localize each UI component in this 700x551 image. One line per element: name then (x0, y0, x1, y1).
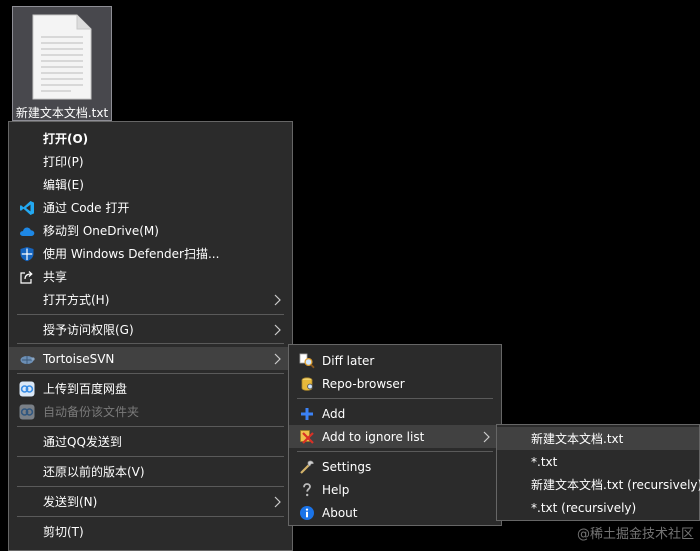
menu-item-open-with[interactable]: 打开方式(H) (9, 288, 292, 311)
desktop-file-icon-selected[interactable]: 新建文本文档.txt (12, 6, 112, 121)
menu-item-grant-access-label: 授予访问权限(G) (43, 323, 134, 337)
menu-item-tortoisesvn[interactable]: TortoiseSVN (9, 347, 292, 370)
chevron-right-icon (272, 496, 282, 508)
menu-item-send-to[interactable]: 发送到(N) (9, 490, 292, 513)
menu-item-upload-baidu-label: 上传到百度网盘 (43, 382, 128, 396)
svn-item-help[interactable]: Help (289, 478, 501, 501)
svn-item-settings[interactable]: Settings (289, 455, 501, 478)
svn-item-diff-later[interactable]: Diff later (289, 349, 501, 372)
menu-item-edit-label: 编辑(E) (43, 178, 84, 192)
ignore-item-file[interactable]: 新建文本文档.txt (497, 427, 699, 450)
chevron-right-icon (272, 353, 282, 365)
menu-item-open-with-code-label: 通过 Code 打开 (43, 201, 130, 215)
menu-item-open-with-code[interactable]: 通过 Code 打开 (9, 196, 292, 219)
menu-item-move-to-onedrive-label: 移动到 OneDrive(M) (43, 224, 159, 238)
menu-item-auto-backup-label: 自动备份该文件夹 (43, 405, 140, 419)
menu-item-open[interactable]: 打开(O) (9, 127, 292, 150)
menu-separator (17, 373, 284, 374)
ignore-item-file-recursive[interactable]: 新建文本文档.txt (recursively) (497, 473, 700, 496)
menu-item-print[interactable]: 打印(P) (9, 150, 292, 173)
menu-item-open-with-label: 打开方式(H) (43, 293, 110, 307)
menu-item-send-to-label: 发送到(N) (43, 495, 98, 509)
svn-item-about[interactable]: About (289, 501, 501, 524)
menu-item-tortoisesvn-label: TortoiseSVN (43, 351, 115, 366)
menu-separator (17, 343, 284, 344)
menu-separator (17, 516, 284, 517)
svn-item-add-to-ignore[interactable]: Add to ignore list (289, 425, 501, 448)
ignore-item-label: *.txt (recursively) (531, 500, 637, 515)
menu-separator (17, 456, 284, 457)
ignore-item-ext[interactable]: *.txt (497, 450, 699, 473)
menu-item-open-label: 打开(O) (43, 132, 89, 146)
svn-item-settings-label: Settings (322, 459, 372, 474)
ignore-item-label: 新建文本文档.txt (531, 432, 624, 446)
chevron-right-icon (272, 324, 282, 336)
menu-item-share[interactable]: 共享 (9, 265, 292, 288)
menu-item-cut[interactable]: 剪切(T) (9, 520, 292, 543)
menu-item-edit[interactable]: 编辑(E) (9, 173, 292, 196)
menu-item-share-label: 共享 (43, 270, 68, 284)
ignore-list-submenu: 新建文本文档.txt *.txt 新建文本文档.txt (recursively… (496, 424, 700, 521)
menu-item-send-qq-label: 通过QQ发送到 (43, 435, 122, 449)
svn-item-repo-browser[interactable]: Repo-browser (289, 372, 501, 395)
chevron-right-icon (481, 431, 491, 443)
svn-item-about-label: About (322, 505, 358, 520)
menu-item-print-label: 打印(P) (43, 155, 84, 169)
svn-item-repo-browser-label: Repo-browser (322, 376, 405, 391)
file-name-label: 新建文本文档.txt (15, 106, 109, 120)
info-icon (299, 505, 315, 521)
menu-separator (17, 314, 284, 315)
vscode-icon (19, 200, 35, 216)
menu-item-upload-baidu[interactable]: 上传到百度网盘 (9, 377, 292, 400)
menu-item-restore-previous-label: 还原以前的版本(V) (43, 465, 145, 479)
svn-item-add-to-ignore-label: Add to ignore list (322, 429, 425, 444)
baidu-netdisk-icon (19, 381, 35, 397)
chevron-right-icon (272, 294, 282, 306)
help-question-icon (299, 482, 315, 498)
share-icon (19, 269, 35, 285)
menu-item-cut-label: 剪切(T) (43, 525, 84, 539)
svn-item-add[interactable]: Add (289, 402, 501, 425)
repo-browser-icon (299, 376, 315, 392)
diff-magnifier-icon (299, 353, 315, 369)
menu-item-scan-defender-label: 使用 Windows Defender扫描... (43, 247, 220, 261)
context-menu: 打开(O) 打印(P) 编辑(E) 通过 Code 打开 移动到 OneDriv… (8, 121, 293, 551)
ignore-item-label: 新建文本文档.txt (recursively) (531, 478, 700, 492)
windows-defender-shield-icon (19, 246, 35, 262)
ignore-item-label: *.txt (531, 454, 558, 469)
svn-item-add-label: Add (322, 406, 346, 421)
ignore-icon (299, 429, 315, 445)
menu-separator (17, 426, 284, 427)
menu-separator (297, 398, 493, 399)
onedrive-cloud-icon (19, 223, 35, 239)
menu-separator (17, 486, 284, 487)
baidu-netdisk-icon (19, 404, 35, 420)
watermark-text: @稀土掘金技术社区 (576, 527, 694, 542)
menu-item-grant-access[interactable]: 授予访问权限(G) (9, 318, 292, 341)
settings-tools-icon (299, 459, 315, 475)
tortoisesvn-icon (19, 351, 35, 367)
text-file-icon (32, 14, 92, 100)
menu-item-auto-backup: 自动备份该文件夹 (9, 400, 292, 423)
svn-item-help-label: Help (322, 482, 350, 497)
svn-item-diff-later-label: Diff later (322, 353, 375, 368)
menu-item-scan-defender[interactable]: 使用 Windows Defender扫描... (9, 242, 292, 265)
menu-item-send-qq[interactable]: 通过QQ发送到 (9, 430, 292, 453)
ignore-item-ext-recursive[interactable]: *.txt (recursively) (497, 496, 699, 519)
menu-separator (297, 451, 493, 452)
plus-icon (299, 406, 315, 422)
menu-item-restore-previous[interactable]: 还原以前的版本(V) (9, 460, 292, 483)
menu-item-move-to-onedrive[interactable]: 移动到 OneDrive(M) (9, 219, 292, 242)
tortoisesvn-submenu: Diff later Repo-browser Add Add to ignor… (288, 344, 502, 526)
